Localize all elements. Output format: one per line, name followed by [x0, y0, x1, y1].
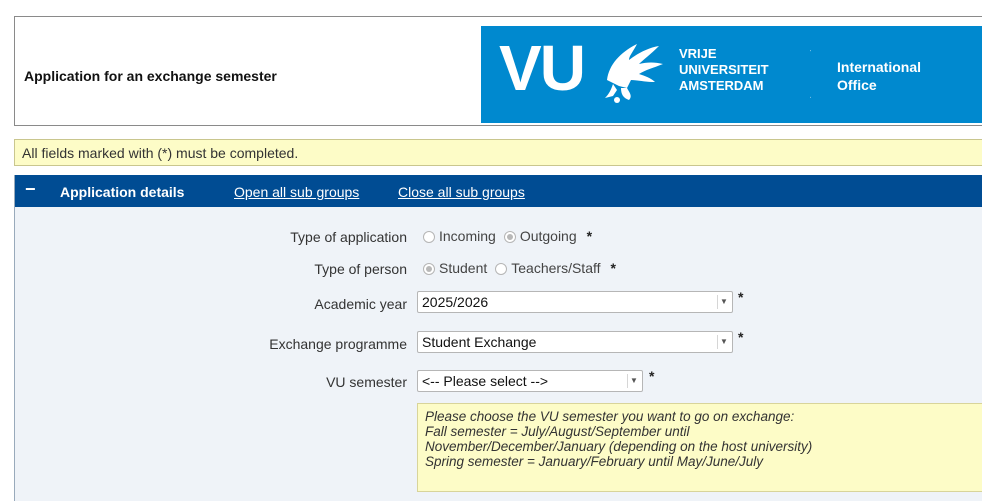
vu-logo: VU VRIJE UNIVERSITEIT AMSTERDAM [481, 26, 811, 123]
academic-year-select[interactable]: 2025/2026 ▼ [417, 291, 733, 313]
type-of-person-radios: Student Teachers/Staff * [423, 260, 616, 276]
exchange-programme-value: Student Exchange [422, 334, 537, 350]
exchange-programme-label: Exchange programme [269, 336, 407, 352]
griffin-icon [605, 44, 663, 103]
radio-button-checked[interactable] [503, 231, 516, 243]
required-marker: * [649, 368, 655, 384]
type-of-application-radios: Incoming Outgoing * [423, 228, 592, 244]
vu-semester-label: VU semester [326, 374, 407, 390]
required-marker: * [738, 329, 744, 345]
header-frame: Application for an exchange semester VU … [14, 16, 982, 126]
radio-outgoing[interactable]: Outgoing [503, 228, 577, 244]
type-of-person-label: Type of person [314, 261, 407, 277]
required-marker: * [586, 228, 593, 244]
panel-header: − Application details Open all sub group… [15, 175, 982, 207]
dropdown-arrow-icon[interactable]: ▼ [717, 295, 730, 309]
logo-wordmark: VRIJE UNIVERSITEIT AMSTERDAM [679, 46, 769, 93]
panel-title: Application details [60, 184, 185, 200]
required-marker: * [738, 289, 744, 305]
radio-incoming[interactable]: Incoming [423, 228, 496, 244]
page-title: Application for an exchange semester [24, 68, 277, 84]
international-office-block: International Office [811, 26, 982, 123]
radio-button-checked[interactable] [423, 263, 435, 275]
type-of-application-label: Type of application [290, 229, 407, 245]
open-all-sub-groups-link[interactable]: Open all sub groups [234, 184, 359, 200]
international-office-label: International Office [837, 59, 922, 93]
required-marker: * [610, 260, 616, 276]
application-details-panel: − Application details Open all sub group… [14, 175, 982, 501]
collapse-button[interactable]: − [25, 179, 36, 200]
vu-semester-hint: Please choose the VU semester you want t… [417, 403, 982, 492]
radio-button[interactable] [423, 231, 435, 243]
radio-student[interactable]: Student [423, 260, 487, 276]
vu-semester-select[interactable]: <-- Please select --> ▼ [417, 370, 643, 392]
academic-year-label: Academic year [314, 296, 407, 312]
required-fields-notice: All fields marked with (*) must be compl… [14, 139, 982, 166]
vu-semester-value: <-- Please select --> [422, 373, 549, 389]
radio-teachers-staff[interactable]: Teachers/Staff [495, 260, 601, 276]
dropdown-arrow-icon[interactable]: ▼ [627, 374, 640, 388]
dropdown-arrow-icon[interactable]: ▼ [717, 335, 730, 349]
academic-year-value: 2025/2026 [422, 294, 489, 310]
logo-letters: VU [499, 32, 586, 104]
exchange-programme-select[interactable]: Student Exchange ▼ [417, 331, 733, 353]
radio-button[interactable] [495, 263, 508, 275]
close-all-sub-groups-link[interactable]: Close all sub groups [398, 184, 525, 200]
